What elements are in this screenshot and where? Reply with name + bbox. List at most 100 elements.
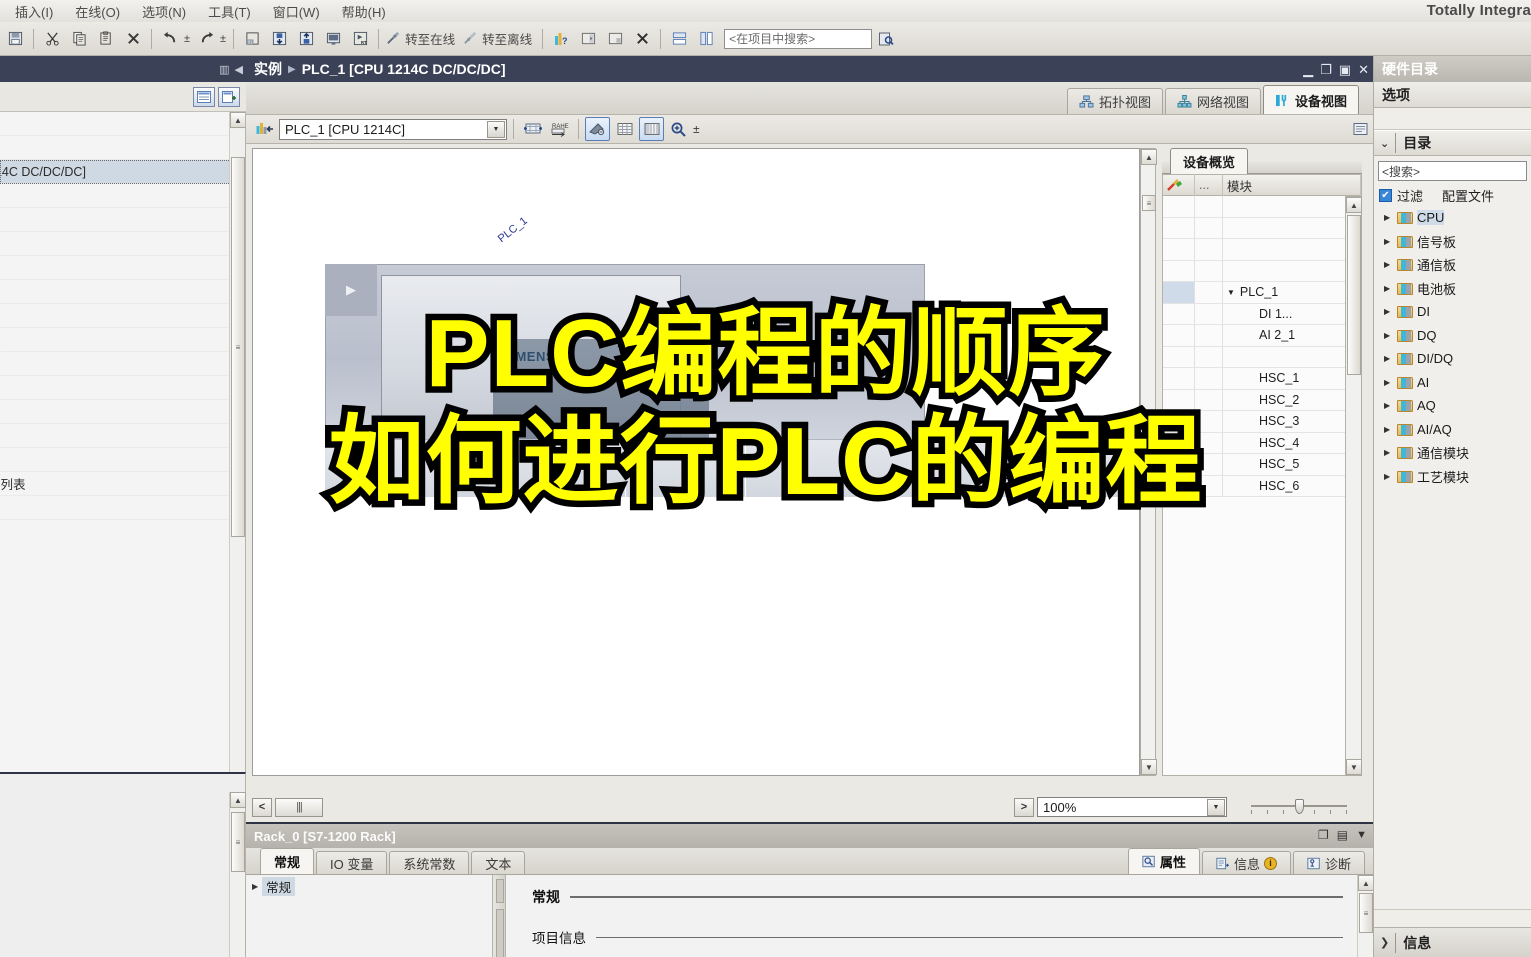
device-overview-row[interactable]: HSC_2	[1163, 389, 1345, 411]
minimize-icon[interactable]: ▁	[1303, 63, 1313, 76]
tree-row[interactable]	[0, 232, 245, 256]
catalog-item[interactable]: ▶ DQ	[1374, 324, 1531, 348]
expand-arrow-icon[interactable]: ▶	[1384, 354, 1393, 363]
canvas-scroll-thumb[interactable]: ≡	[1142, 195, 1156, 211]
undo-icon[interactable]	[157, 26, 183, 52]
device-overview-row[interactable]: ▼ PLC_1	[1163, 282, 1345, 304]
go-online-button[interactable]: 转至在线	[384, 26, 460, 52]
editor-options-icon[interactable]	[1348, 117, 1373, 141]
catalog-item[interactable]: ▶ AQ	[1374, 394, 1531, 418]
breadcrumb-root[interactable]: 实例	[254, 59, 282, 79]
tab-topology-view[interactable]: 拓扑视图	[1066, 88, 1163, 114]
hardware-catalog-section-header[interactable]: ⌄ 目录	[1374, 130, 1531, 156]
panel-collapse-icon[interactable]: ◀	[235, 63, 244, 76]
chevron-right-icon[interactable]: ❯	[1380, 936, 1389, 949]
device-overview-row[interactable]	[1163, 239, 1345, 261]
rack-slot-indicator[interactable]: ▶	[325, 264, 377, 316]
expand-arrow-icon[interactable]: ▶	[1384, 331, 1393, 340]
inspector-scroll-up-arrow[interactable]: ▲	[1358, 875, 1374, 891]
zoom-level-combo[interactable]: 100% ▼	[1037, 797, 1227, 817]
catalog-panel-splitter[interactable]	[1374, 909, 1531, 927]
tree-list-view-icon[interactable]	[193, 86, 215, 107]
details-scroll-up-arrow[interactable]: ▲	[230, 792, 246, 808]
device-overview-row[interactable]: HSC_5	[1163, 454, 1345, 476]
tree-row[interactable]	[0, 376, 245, 400]
undo-dropdown-icon[interactable]: ±	[184, 33, 190, 45]
zoom-slider-thumb[interactable]	[1295, 799, 1304, 814]
inspector-minimize-icon[interactable]: ▤	[1337, 828, 1348, 842]
tab-general[interactable]: 常规	[260, 848, 315, 874]
column-header-ellipsis[interactable]: ...	[1195, 174, 1223, 196]
tree-row[interactable]	[0, 448, 245, 472]
splitter-grip-bottom[interactable]	[496, 909, 504, 957]
catalog-search-input[interactable]: <搜索>	[1378, 161, 1527, 181]
device-overview-row[interactable]	[1163, 346, 1345, 368]
chevron-down-icon[interactable]: ▼	[487, 120, 505, 138]
tree-add-view-icon[interactable]	[218, 86, 240, 107]
expand-arrow-icon[interactable]: ▶	[1384, 425, 1393, 434]
compile-icon[interactable]: 01	[239, 26, 265, 52]
close-view-icon[interactable]	[629, 26, 655, 52]
expand-arrow-icon[interactable]: ▶	[1384, 284, 1393, 293]
tab-device-view[interactable]: 设备视图	[1262, 85, 1359, 114]
catalog-tree[interactable]: ▶ CPU ▶ 信号板 ▶ 通信板 ▶ 电池板 ▶ DI ▶ DQ ▶ DI/DQ ▶ AI ▶ AQ ▶ AI/AQ…	[1374, 206, 1531, 488]
tab-info[interactable]: 信息 i	[1201, 851, 1291, 874]
download-icon[interactable]	[266, 26, 292, 52]
rearrange-icon[interactable]: RAHE	[547, 117, 572, 141]
inspector-nav[interactable]: ▶ 常规	[246, 875, 492, 957]
zoom-dropdown-icon[interactable]: ±	[693, 122, 700, 136]
cut-icon[interactable]	[39, 26, 65, 52]
scroll-right-button[interactable]: >	[1014, 797, 1034, 817]
fit-width-icon[interactable]	[520, 117, 545, 141]
expand-arrow-icon[interactable]: ▶	[1384, 378, 1393, 387]
restore-icon[interactable]: ❐	[1320, 63, 1332, 76]
tree-row[interactable]: 表	[0, 328, 245, 352]
inspector-scroll-thumb[interactable]: ≡	[1359, 893, 1373, 933]
device-both-view-icon[interactable]	[639, 117, 664, 141]
tree-row[interactable]	[0, 280, 245, 304]
dev-scroll-thumb[interactable]	[1347, 215, 1361, 375]
tree-row[interactable]: 信	[0, 400, 245, 424]
catalog-item[interactable]: ▶ 信号板	[1374, 230, 1531, 254]
catalog-item[interactable]: ▶ 电池板	[1374, 277, 1531, 301]
breadcrumb-leaf[interactable]: PLC_1 [CPU 1214C DC/DC/DC]	[302, 61, 506, 77]
tree-row[interactable]: 新	[0, 208, 245, 232]
maximize-icon[interactable]: ▣	[1339, 63, 1351, 76]
project-tree-scrollbar[interactable]: ▲ ≡	[229, 112, 245, 772]
scroll-up-arrow[interactable]: ▲	[230, 112, 245, 128]
device-overview-row[interactable]: HSC_4	[1163, 432, 1345, 454]
tree-row[interactable]: 置	[0, 256, 245, 280]
catalog-item[interactable]: ▶ DI/DQ	[1374, 347, 1531, 371]
column-header-module[interactable]: 模块	[1223, 174, 1361, 196]
menu-item-insert[interactable]: 插入(I)	[4, 0, 64, 23]
catalog-item[interactable]: ▶ DI	[1374, 300, 1531, 324]
menu-item-tools[interactable]: 工具(T)	[197, 0, 262, 23]
device-overview-scrollbar[interactable]: ▲ ▼	[1346, 196, 1362, 776]
tab-system-constants[interactable]: 系统常数	[389, 851, 470, 874]
chevron-down-icon[interactable]: ⌄	[1380, 137, 1389, 150]
redo-dropdown-icon[interactable]: ±	[220, 33, 226, 45]
tree-row[interactable]	[0, 184, 245, 208]
canvas-vertical-scrollbar[interactable]: ▲ ≡ ▼	[1140, 148, 1157, 776]
panel-grip-icon[interactable]: ▥	[219, 63, 229, 76]
expand-arrow-icon[interactable]: ▶	[1384, 260, 1393, 269]
details-scroll-thumb[interactable]: ≡	[231, 812, 245, 872]
expand-arrow-icon[interactable]: ▶	[1384, 307, 1393, 316]
expand-arrow-icon[interactable]: ▶	[1384, 472, 1393, 481]
inspector-splitter[interactable]	[492, 875, 506, 957]
tree-row[interactable]	[0, 496, 245, 520]
tree-row[interactable]	[0, 136, 245, 160]
tab-properties[interactable]: 属性	[1127, 848, 1200, 874]
device-canvas[interactable]: ▶ SIEMENS PLC_1	[252, 148, 1140, 776]
expand-arrow-icon[interactable]: ▶	[1384, 237, 1393, 246]
device-overview-row[interactable]: HSC_1	[1163, 368, 1345, 390]
expand-arrow-icon[interactable]: ▶	[1384, 401, 1393, 410]
scroll-thumb[interactable]: ≡	[231, 157, 245, 537]
device-table-view-icon[interactable]	[612, 117, 637, 141]
delete-icon[interactable]	[120, 26, 146, 52]
zoom-in-icon[interactable]	[666, 117, 691, 141]
hardware-catalog-options-header[interactable]: 选项	[1374, 82, 1531, 108]
row-expander-icon[interactable]: ▼	[1227, 288, 1235, 297]
tree-row[interactable]: 214C DC/DC/DC]	[0, 160, 245, 184]
expand-arrow-icon[interactable]: ▶	[1384, 448, 1393, 457]
